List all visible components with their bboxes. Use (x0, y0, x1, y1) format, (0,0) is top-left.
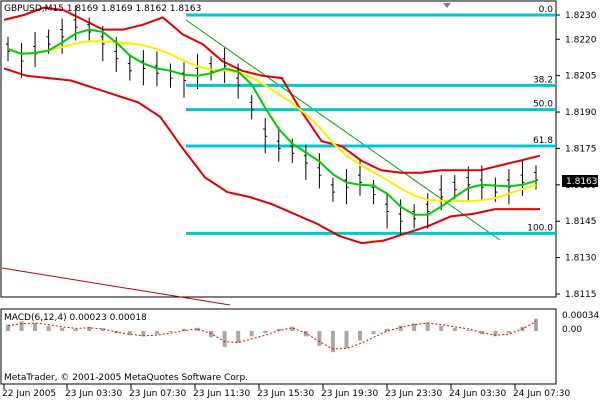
y-tick-label: 1.8175 (565, 144, 597, 154)
y-tick-label: 1.8145 (565, 217, 597, 227)
macd-bar (154, 331, 159, 335)
macd-level-top: 0.00034 (562, 311, 599, 321)
macd-level-zero: 0.00 (562, 325, 582, 335)
trading-chart[interactable]: 1.82301.82201.82051.81901.81751.81601.81… (0, 0, 600, 400)
y-tick-label: 1.8130 (565, 254, 597, 264)
macd-bar (46, 325, 51, 331)
copyright-text: MetaTrader, © 2001-2005 MetaQuotes Softw… (4, 373, 248, 383)
y-tick-label: 1.8205 (565, 72, 597, 82)
macd-bar (222, 331, 227, 347)
macd-bar (398, 325, 403, 331)
current-price-marker: 1.8163 (562, 175, 598, 187)
macd-bar (452, 327, 457, 331)
macd-bar (33, 323, 38, 331)
y-tick-label: 1.8220 (565, 35, 597, 45)
macd-bar (236, 331, 241, 343)
fibo-level-label: 38.2 (533, 75, 553, 85)
macd-bar (371, 331, 376, 335)
macd-bar (249, 331, 254, 337)
macd-bar (439, 325, 444, 331)
x-tick-label: 23 Jun 15:30 (257, 389, 314, 399)
x-tick-label: 23 Jun 19:30 (321, 389, 378, 399)
fibo-level-label: 50.0 (533, 100, 553, 110)
y-tick-label: 1.8230 (565, 11, 597, 21)
macd-bar (466, 329, 471, 331)
macd-bar (344, 331, 349, 348)
y-tick-label: 1.8190 (565, 108, 597, 118)
macd-bar (358, 331, 362, 341)
x-tick-label: 23 Jun 03:30 (65, 389, 122, 399)
price-axis: 1.82301.82201.82051.81901.81751.81601.81… (556, 11, 597, 300)
fibo-level-label: 100.0 (527, 223, 553, 233)
macd-bar (60, 327, 65, 331)
symbol-info: GBPUSD,M15 1.8169 1.8169 1.8162 1.8163 (4, 4, 201, 14)
macd-bar (506, 331, 511, 334)
x-tick-label: 23 Jun 23:30 (385, 389, 442, 399)
current-price-label: 1.8163 (566, 177, 598, 187)
fibo-level-label: 0.0 (539, 5, 554, 15)
y-tick-label: 1.8115 (565, 290, 597, 300)
macd-bar (317, 331, 322, 346)
time-axis: 22 Jun 2005 23 Jun 03:30 23 Jun 07:30 23 Ju… (2, 384, 570, 399)
macd-bar (209, 331, 214, 338)
macd-bar (168, 331, 173, 333)
x-tick-label: 23 Jun 11:30 (193, 389, 250, 399)
fibo-level-label: 61.8 (533, 136, 553, 146)
macd-bar (73, 328, 78, 331)
macd-bar (534, 318, 538, 331)
x-tick-label: 22 Jun 2005 (2, 389, 56, 399)
macd-bar (425, 322, 430, 331)
macd-label: MACD(6,12,4) 0.00023 0.00018 (4, 313, 147, 323)
macd-bar (263, 331, 268, 334)
x-tick-label: 23 Jun 07:30 (129, 389, 186, 399)
x-tick-label: 24 Jun 07:30 (513, 389, 570, 399)
x-tick-label: 24 Jun 03:30 (449, 389, 506, 399)
